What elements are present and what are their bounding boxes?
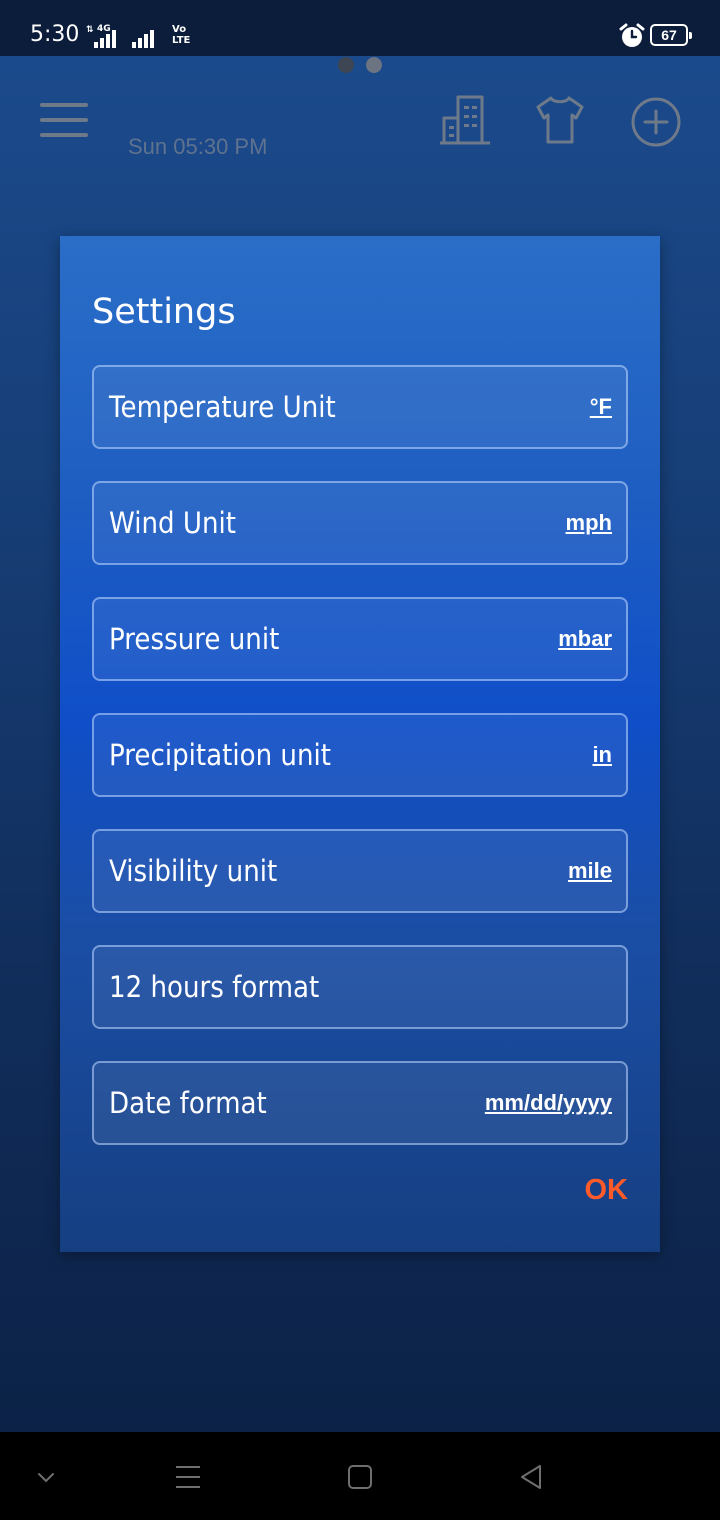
battery-level: 67 (661, 27, 677, 43)
page-dot (338, 57, 354, 73)
navigation-bar (0, 1432, 720, 1520)
setting-value[interactable]: mile (568, 858, 612, 884)
volte-top: Vo (172, 24, 187, 35)
signal-icon (132, 22, 162, 48)
setting-value[interactable]: mm/dd/yyyy (485, 1090, 612, 1116)
building-icon[interactable] (438, 94, 492, 146)
setting-label: Temperature Unit (109, 390, 336, 424)
pressure-unit-row[interactable]: Pressure unit mbar (92, 597, 628, 681)
add-icon[interactable] (628, 96, 684, 148)
setting-value[interactable]: °F (590, 394, 612, 420)
temperature-unit-row[interactable]: Temperature Unit °F (92, 365, 628, 449)
setting-label: 12 hours format (109, 970, 320, 1004)
status-time: 5:30 (30, 22, 80, 47)
setting-label: Date format (109, 1086, 267, 1120)
setting-value[interactable]: mph (566, 510, 612, 536)
shirt-icon[interactable] (534, 94, 586, 146)
alarm-icon (619, 23, 645, 47)
volte-bottom: LTE (172, 35, 191, 46)
precipitation-unit-row[interactable]: Precipitation unit in (92, 713, 628, 797)
hour-format-row[interactable]: 12 hours format (92, 945, 628, 1029)
setting-label: Precipitation unit (109, 738, 332, 772)
page-dot (366, 57, 382, 73)
wind-unit-row[interactable]: Wind Unit mph (92, 481, 628, 565)
home-icon[interactable] (347, 1464, 373, 1490)
setting-value[interactable]: mbar (558, 626, 612, 652)
setting-label: Visibility unit (109, 854, 278, 888)
header-date-time: Sun 05:30 PM (128, 134, 268, 159)
dialog-title: Settings (92, 292, 236, 332)
settings-dialog: Settings Temperature Unit °F Wind Unit m… (60, 236, 660, 1252)
page-indicator (338, 57, 382, 73)
setting-label: Pressure unit (109, 622, 280, 656)
ok-button[interactable]: OK (585, 1174, 629, 1207)
signal-icon: ⇅ 4G (86, 22, 126, 48)
setting-label: Wind Unit (109, 506, 237, 540)
status-bar: 5:30 ⇅ 4G Vo LTE 67 (0, 0, 720, 56)
volte-icon: Vo LTE (172, 24, 202, 48)
menu-icon[interactable] (40, 103, 90, 137)
date-format-row[interactable]: Date format mm/dd/yyyy (92, 1061, 628, 1145)
back-icon[interactable] (518, 1463, 544, 1491)
visibility-unit-row[interactable]: Visibility unit mile (92, 829, 628, 913)
chevron-down-icon[interactable] (36, 1472, 56, 1484)
setting-value[interactable]: in (592, 742, 612, 768)
battery-icon: 67 (650, 24, 692, 46)
recent-apps-icon[interactable] (174, 1465, 202, 1489)
